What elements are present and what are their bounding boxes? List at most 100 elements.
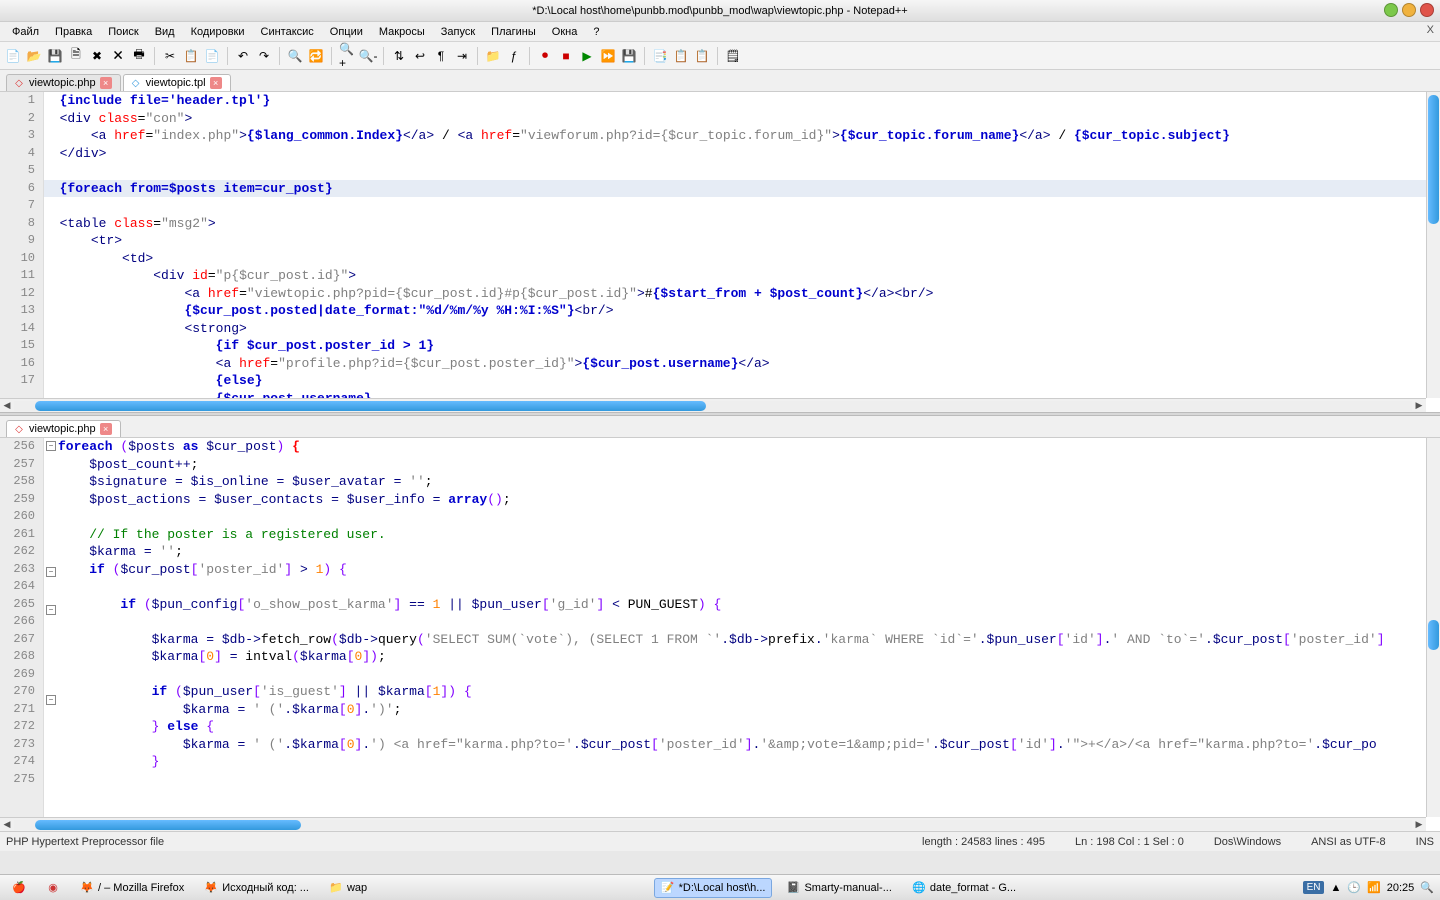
menu-plugins[interactable]: Плагины [485,24,542,40]
taskbar-folder-wap[interactable]: 📁wap [323,879,373,897]
code-area-bottom[interactable]: foreach ($posts as $cur_post) { $post_co… [58,438,1426,817]
code-area-top[interactable]: {include file='header.tpl'} <div class="… [44,92,1426,398]
tab-close-icon[interactable]: × [100,423,112,435]
menu-encoding[interactable]: Кодировки [185,24,251,40]
tb-stop-icon[interactable]: ■ [557,47,575,65]
line-number-gutter: 1234567891011121314151617 [0,92,44,398]
menu-close-x[interactable]: X [1427,24,1434,36]
menu-run[interactable]: Запуск [435,24,481,40]
menu-syntax[interactable]: Синтаксис [255,24,320,40]
tb-paste-icon[interactable]: 📄 [203,47,221,65]
tb-allchars-icon[interactable]: ¶ [432,47,450,65]
line-number-gutter: 2562572582592602612622632642652662672682… [0,438,44,817]
tb-undo-icon[interactable]: ↶ [234,47,252,65]
tab-viewtopic-php[interactable]: ◇ viewtopic.php × [6,74,121,91]
vertical-scrollbar[interactable] [1426,92,1440,398]
tb-misc4-icon[interactable]: 🗒 [724,47,742,65]
tb-print-icon[interactable]: 🖶 [130,47,148,65]
vertical-scrollbar[interactable] [1426,438,1440,817]
tb-savemacro-icon[interactable]: 💾 [620,47,638,65]
toolbar: 📄 📂 💾 🗎 ✖ 🗙 🖶 ✂ 📋 📄 ↶ ↷ 🔍 🔁 🔍+ 🔍- ⇅ ↩ ¶ … [0,42,1440,70]
tb-sync-icon[interactable]: ⇅ [390,47,408,65]
tb-new-icon[interactable]: 📄 [4,47,22,65]
taskbar-app-icon[interactable]: ◉ [40,879,66,897]
tray-language[interactable]: EN [1303,881,1325,894]
tb-misc3-icon[interactable]: 📋 [693,47,711,65]
tab-label: viewtopic.php [29,423,96,435]
tb-indent-icon[interactable]: ⇥ [453,47,471,65]
status-length: length : 24583 lines : 495 [922,836,1045,848]
file-icon: ◇ [13,423,25,435]
scroll-right-icon[interactable]: ▶ [1412,819,1426,831]
menu-macros[interactable]: Макросы [373,24,431,40]
menu-edit[interactable]: Правка [49,24,98,40]
tb-redo-icon[interactable]: ↷ [255,47,273,65]
menu-view[interactable]: Вид [149,24,181,40]
window-titlebar: *D:\Local host\home\punbb.mod\punbb_mod\… [0,0,1440,22]
menu-help[interactable]: ? [587,24,605,40]
scroll-left-icon[interactable]: ◀ [0,819,14,831]
menu-options[interactable]: Опции [324,24,369,40]
tab-viewtopic-php-2[interactable]: ◇ viewtopic.php × [6,420,121,437]
tb-misc1-icon[interactable]: 📑 [651,47,669,65]
status-eol: Dos\Windows [1214,836,1281,848]
tb-folder-icon[interactable]: 📁 [484,47,502,65]
taskbar-apple-icon[interactable]: 🍎 [6,879,32,897]
menu-windows[interactable]: Окна [546,24,584,40]
tb-zoomout-icon[interactable]: 🔍- [359,47,377,65]
tab-close-icon[interactable]: × [100,77,112,89]
tb-close-icon[interactable]: ✖ [88,47,106,65]
system-tray: EN ▲ 🕒 📶 20:25 🔍 [1303,881,1434,894]
tb-cut-icon[interactable]: ✂ [161,47,179,65]
taskbar-chrome[interactable]: 🌐date_format - G... [906,879,1022,897]
tb-funclist-icon[interactable]: ƒ [505,47,523,65]
tb-record-icon[interactable]: ⏺ [536,47,554,65]
taskbar-firefox-2[interactable]: 🦊Исходный код: ... [198,879,315,897]
menu-bar: Файл Правка Поиск Вид Кодировки Синтакси… [0,22,1440,42]
editor-pane-bottom: 2562572582592602612622632642652662672682… [0,438,1440,831]
tb-playmulti-icon[interactable]: ⏩ [599,47,617,65]
tb-replace-icon[interactable]: 🔁 [307,47,325,65]
tray-clock[interactable]: 20:25 [1387,882,1415,894]
tb-misc2-icon[interactable]: 📋 [672,47,690,65]
horizontal-scrollbar[interactable]: ◀ ▶ [0,817,1426,831]
tray-network-icon[interactable]: 📶 [1367,881,1381,894]
tb-find-icon[interactable]: 🔍 [286,47,304,65]
editor-pane-top: 1234567891011121314151617 {include file=… [0,92,1440,412]
status-position: Ln : 198 Col : 1 Sel : 0 [1075,836,1184,848]
taskbar-firefox-1[interactable]: 🦊/ – Mozilla Firefox [74,879,190,897]
tb-play-icon[interactable]: ▶ [578,47,596,65]
tab-label: viewtopic.tpl [146,77,206,89]
tb-open-icon[interactable]: 📂 [25,47,43,65]
menu-file[interactable]: Файл [6,24,45,40]
taskbar-notepadpp[interactable]: 📝*D:\Local host\h... [654,878,773,898]
minimize-button[interactable] [1384,3,1398,17]
window-title: *D:\Local host\home\punbb.mod\punbb_mod\… [532,5,907,17]
menu-search[interactable]: Поиск [102,24,144,40]
tab-bar-bottom: ◇ viewtopic.php × [0,416,1440,438]
taskbar-smarty-manual[interactable]: 📓Smarty-manual-... [780,879,897,897]
tb-copy-icon[interactable]: 📋 [182,47,200,65]
tray-icon[interactable]: ▲ [1330,882,1341,894]
tb-save-icon[interactable]: 💾 [46,47,64,65]
tb-closeall-icon[interactable]: 🗙 [109,47,127,65]
fold-gutter[interactable]: −−−− [44,438,58,817]
window-buttons [1384,3,1434,17]
tab-bar-top: ◇ viewtopic.php × ◇ viewtopic.tpl × [0,70,1440,92]
maximize-button[interactable] [1402,3,1416,17]
file-icon: ◇ [130,77,142,89]
horizontal-scrollbar[interactable]: ◀ ▶ [0,398,1426,412]
close-button[interactable] [1420,3,1434,17]
tab-close-icon[interactable]: × [210,77,222,89]
tb-zoomin-icon[interactable]: 🔍+ [338,47,356,65]
file-icon: ◇ [13,77,25,89]
status-language: PHP Hypertext Preprocessor file [6,836,164,848]
tray-search-icon[interactable]: 🔍 [1420,881,1434,894]
tb-wrap-icon[interactable]: ↩ [411,47,429,65]
tray-volume-icon[interactable]: 🕒 [1347,881,1361,894]
scroll-left-icon[interactable]: ◀ [0,400,14,412]
status-bar: PHP Hypertext Preprocessor file length :… [0,831,1440,851]
tb-saveall-icon[interactable]: 🗎 [67,47,85,65]
tab-viewtopic-tpl[interactable]: ◇ viewtopic.tpl × [123,74,231,91]
scroll-right-icon[interactable]: ▶ [1412,400,1426,412]
